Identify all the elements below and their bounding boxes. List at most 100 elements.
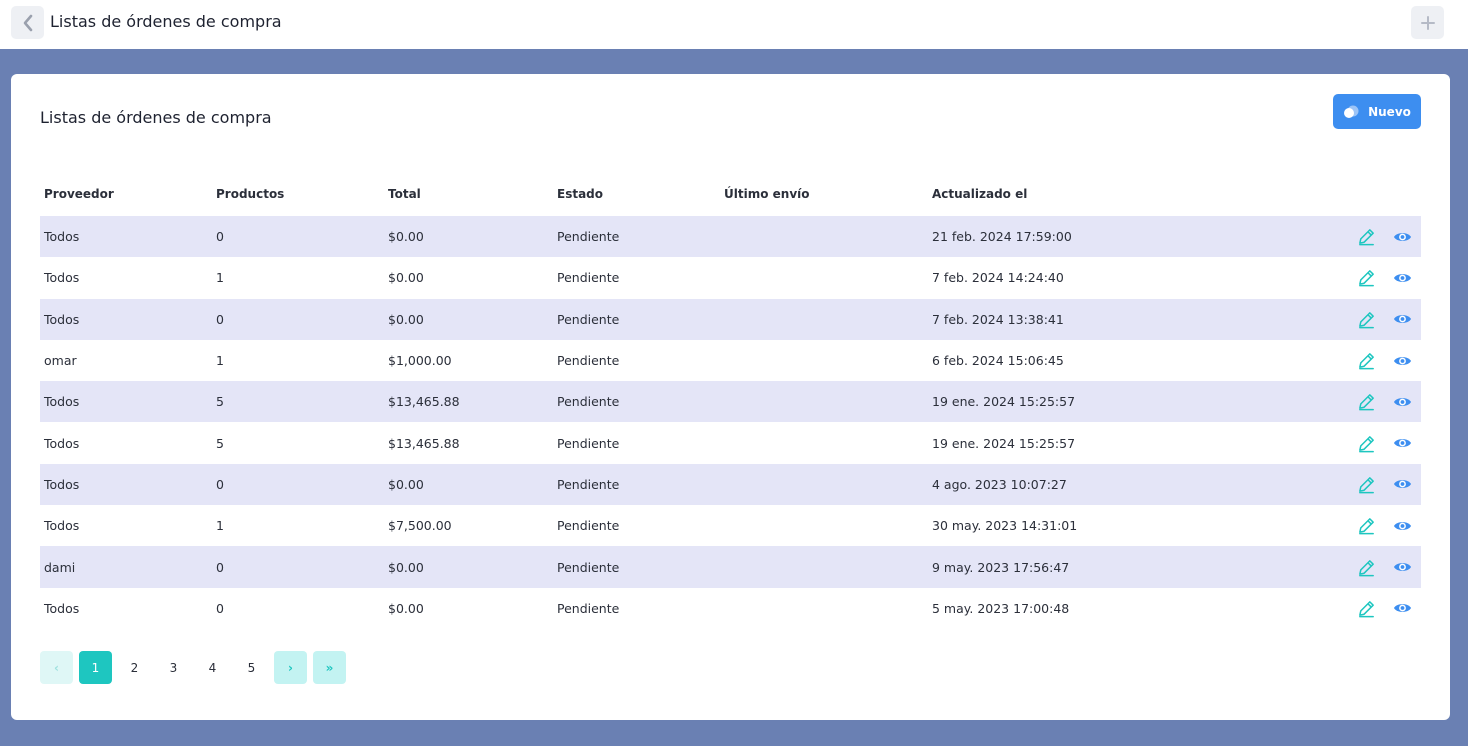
row-actions [1188, 309, 1421, 329]
page-2-button[interactable]: 2 [118, 651, 151, 684]
cell-total: $0.00 [388, 600, 424, 616]
edit-icon[interactable] [1356, 351, 1376, 371]
table-row: omar 1 $1,000.00 Pendiente 6 feb. 2024 15:06… [40, 340, 1421, 381]
cell-proveedor: Todos [44, 270, 80, 286]
page-1-button[interactable]: 1 [79, 651, 112, 684]
cell-actualizado: 7 feb. 2024 14:24:40 [932, 270, 1064, 286]
page-3-button[interactable]: 3 [157, 651, 190, 684]
card-title: Listas de órdenes de compra [40, 108, 272, 127]
cell-total: $0.00 [388, 559, 424, 575]
header-productos[interactable]: Productos [212, 187, 384, 201]
row-actions [1188, 433, 1421, 453]
cell-estado: Pendiente [557, 229, 620, 245]
table-row: dami 0 $0.00 Pendiente 9 may. 2023 17:56:47 [40, 546, 1421, 588]
cell-productos: 1 [216, 518, 224, 534]
table-row: Todos 1 $7,500.00 Pendiente 30 may. 2023 14:… [40, 505, 1421, 546]
table-row: Todos 1 $0.00 Pendiente 7 feb. 2024 14:24:40 [40, 257, 1421, 298]
cell-productos: 0 [216, 559, 224, 575]
edit-icon[interactable] [1356, 474, 1376, 494]
page-4-button[interactable]: 4 [196, 651, 229, 684]
cell-proveedor: omar [44, 353, 77, 369]
orders-card: Listas de órdenes de compra Nuevo Provee… [11, 74, 1450, 720]
cell-productos: 1 [216, 270, 224, 286]
cell-estado: Pendiente [557, 311, 620, 327]
table-body: Todos 0 $0.00 Pendiente 21 feb. 2024 17:59:0… [40, 216, 1421, 629]
row-actions [1188, 392, 1421, 412]
header-ultimo-envio[interactable]: Último envío [720, 187, 928, 201]
table-header: Proveedor Productos Total Estado Último … [40, 172, 1421, 216]
edit-icon[interactable] [1356, 392, 1376, 412]
table-row: Todos 5 $13,465.88 Pendiente 19 ene. 2024 15… [40, 381, 1421, 423]
row-actions [1188, 516, 1421, 536]
cell-productos: 1 [216, 353, 224, 369]
new-order-button[interactable]: Nuevo [1333, 94, 1421, 129]
cell-productos: 0 [216, 311, 224, 327]
cell-estado: Pendiente [557, 394, 620, 410]
eye-icon[interactable] [1392, 433, 1412, 453]
cell-estado: Pendiente [557, 476, 620, 492]
cell-estado: Pendiente [557, 518, 620, 534]
edit-icon[interactable] [1356, 309, 1376, 329]
table-row: Todos 0 $0.00 Pendiente 21 feb. 2024 17:59:0… [40, 216, 1421, 258]
header-actualizado[interactable]: Actualizado el [928, 187, 1188, 201]
table-row: Todos 0 $0.00 Pendiente 7 feb. 2024 13:38:41 [40, 298, 1421, 340]
eye-icon[interactable] [1392, 309, 1412, 329]
cell-proveedor: Todos [44, 311, 80, 327]
cell-total: $0.00 [388, 476, 424, 492]
eye-icon[interactable] [1392, 392, 1412, 412]
cell-estado: Pendiente [557, 270, 620, 286]
cell-actualizado: 5 may. 2023 17:00:48 [932, 600, 1070, 616]
cell-total: $13,465.88 [388, 435, 460, 451]
chevron-left-icon [23, 14, 32, 31]
eye-icon[interactable] [1392, 227, 1412, 247]
eye-icon[interactable] [1392, 516, 1412, 536]
cell-actualizado: 21 feb. 2024 17:59:00 [932, 229, 1072, 245]
cell-estado: Pendiente [557, 600, 620, 616]
eye-icon[interactable] [1392, 474, 1412, 494]
cell-total: $7,500.00 [388, 518, 452, 534]
cell-total: $0.00 [388, 311, 424, 327]
eye-icon[interactable] [1392, 351, 1412, 371]
edit-icon[interactable] [1356, 598, 1376, 618]
edit-icon[interactable] [1356, 268, 1376, 288]
cell-productos: 0 [216, 600, 224, 616]
toggle-icon [1344, 105, 1359, 118]
new-order-label: Nuevo [1368, 104, 1411, 119]
orders-table: Proveedor Productos Total Estado Último … [40, 172, 1421, 629]
header-proveedor[interactable]: Proveedor [40, 187, 212, 201]
prev-page-button[interactable]: ‹ [40, 651, 73, 684]
cell-proveedor: Todos [44, 600, 80, 616]
edit-icon[interactable] [1356, 516, 1376, 536]
header-estado[interactable]: Estado [553, 187, 720, 201]
edit-icon[interactable] [1356, 227, 1376, 247]
cell-proveedor: dami [44, 559, 76, 575]
last-page-button[interactable]: » [313, 651, 346, 684]
cell-total: $1,000.00 [388, 353, 452, 369]
edit-icon[interactable] [1356, 433, 1376, 453]
cell-productos: 5 [216, 435, 224, 451]
row-actions [1188, 598, 1421, 618]
header-total[interactable]: Total [384, 187, 553, 201]
cell-productos: 0 [216, 229, 224, 245]
add-button[interactable] [1411, 6, 1444, 39]
table-row: Todos 0 $0.00 Pendiente 5 may. 2023 17:00:48 [40, 588, 1421, 629]
cell-total: $13,465.88 [388, 394, 460, 410]
cell-actualizado: 9 may. 2023 17:56:47 [932, 559, 1070, 575]
eye-icon[interactable] [1392, 268, 1412, 288]
eye-icon[interactable] [1392, 557, 1412, 577]
cell-proveedor: Todos [44, 394, 80, 410]
cell-actualizado: 30 may. 2023 14:31:01 [932, 518, 1078, 534]
cell-total: $0.00 [388, 270, 424, 286]
eye-icon[interactable] [1392, 598, 1412, 618]
row-actions [1188, 557, 1421, 577]
plus-icon [1420, 15, 1435, 30]
table-row: Todos 0 $0.00 Pendiente 4 ago. 2023 10:07:27 [40, 463, 1421, 506]
table-row: Todos 5 $13,465.88 Pendiente 19 ene. 2024 15… [40, 422, 1421, 463]
top-bar: Listas de órdenes de compra [0, 0, 1468, 49]
edit-icon[interactable] [1356, 557, 1376, 577]
next-page-button[interactable]: › [274, 651, 307, 684]
cell-proveedor: Todos [44, 518, 80, 534]
page-5-button[interactable]: 5 [235, 651, 268, 684]
cell-actualizado: 7 feb. 2024 13:38:41 [932, 311, 1064, 327]
back-button[interactable] [11, 6, 44, 39]
